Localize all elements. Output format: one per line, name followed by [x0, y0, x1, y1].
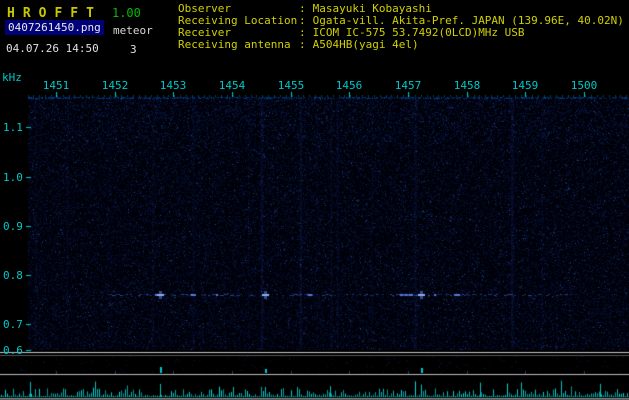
freq-tick-label: 0.8 [3, 269, 23, 282]
time-tick-label: 1458 [453, 79, 481, 92]
time-tick-label: 1455 [277, 79, 305, 92]
time-tick-label: 1500 [570, 79, 598, 92]
freq-tick-label: 1.1 [3, 121, 23, 134]
station-info: Observer: Masayuki Kobayashi Receiving Loc… [178, 3, 624, 51]
time-tick-label: 1451 [42, 79, 70, 92]
info-separator: : [299, 38, 306, 51]
mode-label: meteor [113, 24, 153, 37]
time-tick-label: 1454 [218, 79, 246, 92]
info-row: Receiving antenna: A504HB(yagi 4el) [178, 39, 624, 51]
time-tick-label: 1459 [511, 79, 539, 92]
meteor-count: 3 [130, 43, 137, 56]
spectrogram-canvas [0, 0, 629, 400]
datetime-label: 04.07.26 14:50 [6, 42, 99, 55]
freq-tick-label: 0.9 [3, 220, 23, 233]
info-label: Receiving antenna [178, 38, 291, 51]
time-tick-label: 1456 [335, 79, 363, 92]
output-filename: 0407261450.png [5, 20, 104, 35]
freq-unit-label: kHz [2, 71, 22, 84]
time-tick-label: 1453 [159, 79, 187, 92]
time-tick-label: 1457 [394, 79, 422, 92]
title-row: HROFFT 1.00 [7, 2, 141, 21]
freq-tick-label: 0.7 [3, 318, 23, 331]
app-name: HROFFT [7, 6, 102, 21]
hrofft-window: HROFFT 1.00 0407261450.png meteor 04.07.2… [0, 0, 629, 400]
app-version: 1.00 [111, 6, 141, 20]
info-value: A504HB(yagi 4el) [312, 38, 419, 51]
freq-tick-label: 1.0 [3, 171, 23, 184]
freq-tick-label: 0.6 [3, 344, 23, 357]
time-tick-label: 1452 [101, 79, 129, 92]
